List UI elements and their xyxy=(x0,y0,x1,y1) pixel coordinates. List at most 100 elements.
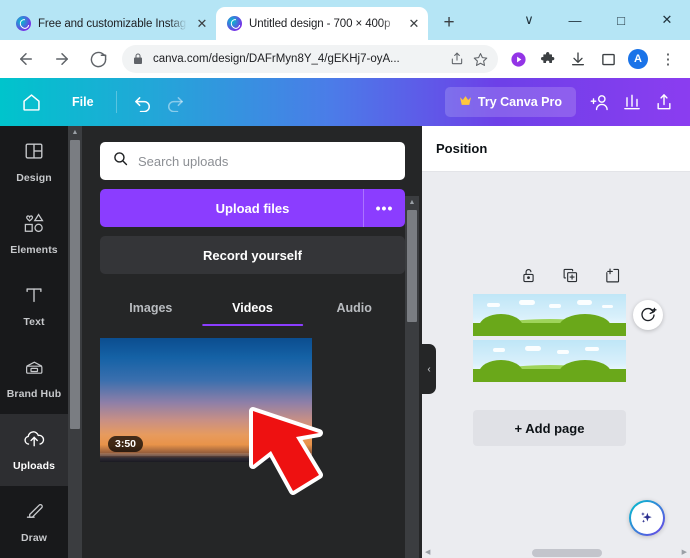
maximize-button[interactable]: □ xyxy=(598,3,644,37)
home-icon[interactable] xyxy=(14,85,48,119)
canvas-page-stack xyxy=(473,294,626,382)
browser-tab-1-close-icon[interactable]: ✕ xyxy=(194,16,210,32)
sidebar-item-uploads[interactable]: Uploads xyxy=(0,414,68,486)
sidebar-item-brand-hub[interactable]: Brand Hub xyxy=(0,342,68,414)
canva-icon xyxy=(16,16,31,31)
canva-header: File Try Canva Pro xyxy=(0,78,690,126)
downloads-icon[interactable] xyxy=(564,45,592,73)
left-rail: Design Elements Text Brand Hub Uploads D… xyxy=(0,126,68,558)
canvas-horizontal-scrollbar[interactable]: ◀ ▶ xyxy=(422,546,690,558)
browser-tab-1[interactable]: Free and customizable Instag ✕ xyxy=(5,7,216,40)
cloud-shape xyxy=(602,305,613,308)
sidebar-item-elements-label: Elements xyxy=(10,244,58,256)
magic-ai-button[interactable] xyxy=(629,500,665,536)
side-panel-icon[interactable] xyxy=(594,45,622,73)
extensions-puzzle-icon[interactable] xyxy=(534,45,562,73)
upload-files-button[interactable]: Upload files ••• xyxy=(100,189,405,227)
window-controls: ∨ — □ ✕ xyxy=(506,0,690,40)
crown-icon xyxy=(459,95,472,109)
duplicate-page-icon[interactable] xyxy=(560,265,580,285)
browser-toolbar: canva.com/design/DAFrMyn8Y_4/gEKHj7-oyA.… xyxy=(0,40,690,78)
rail-scroll-up-icon[interactable]: ▲ xyxy=(68,126,82,139)
back-icon[interactable] xyxy=(12,45,40,73)
record-yourself-button[interactable]: Record yourself xyxy=(100,236,405,274)
minimize-button[interactable]: — xyxy=(552,3,598,37)
redo-icon[interactable] xyxy=(159,86,191,118)
tab-images[interactable]: Images xyxy=(100,290,202,326)
hscroll-left-icon[interactable]: ◀ xyxy=(425,548,430,556)
animate-rotate-button[interactable] xyxy=(633,300,663,330)
draw-pen-icon xyxy=(23,501,46,527)
uploads-scrollbar-thumb[interactable] xyxy=(407,210,417,322)
sidebar-item-draw[interactable]: Draw xyxy=(0,486,68,558)
sidebar-item-design-label: Design xyxy=(16,172,52,184)
upload-more-options-button[interactable]: ••• xyxy=(363,189,405,227)
browser-tab-2[interactable]: Untitled design - 700 × 400p ✕ xyxy=(216,7,428,40)
add-collaborator-icon[interactable] xyxy=(584,86,616,118)
add-page-button[interactable]: + Add page xyxy=(473,410,626,446)
address-bar[interactable]: canva.com/design/DAFrMyn8Y_4/gEKHj7-oyA.… xyxy=(122,45,498,73)
brand-hub-icon xyxy=(23,357,46,383)
sidebar-item-design[interactable]: Design xyxy=(0,126,68,198)
close-button[interactable]: ✕ xyxy=(644,3,690,37)
hill-front-shape xyxy=(473,360,626,382)
canva-icon xyxy=(227,16,242,31)
video-thumbnail-item[interactable]: 3:50 xyxy=(100,338,312,462)
insights-bar-chart-icon[interactable] xyxy=(616,86,648,118)
new-tab-button[interactable]: + xyxy=(435,9,463,37)
tab-audio[interactable]: Audio xyxy=(303,290,405,326)
star-icon[interactable] xyxy=(473,52,488,67)
share-icon[interactable] xyxy=(450,52,464,66)
elements-shapes-icon xyxy=(22,212,46,239)
sidebar-item-text[interactable]: Text xyxy=(0,270,68,342)
reload-icon[interactable] xyxy=(84,45,112,73)
browser-window: Free and customizable Instag ✕ Untitled … xyxy=(0,0,690,558)
cloud-shape xyxy=(577,300,592,305)
uploads-panel-scrollbar[interactable]: ▲ xyxy=(405,196,419,558)
uploads-tabs: Images Videos Audio xyxy=(100,290,405,326)
share-export-icon[interactable] xyxy=(648,86,680,118)
lock-icon[interactable] xyxy=(518,265,538,285)
browser-menu-icon[interactable]: ⋮ xyxy=(654,45,682,73)
page-thumbnail-2[interactable] xyxy=(473,340,626,382)
cloud-shape xyxy=(493,348,505,352)
search-input[interactable]: Search uploads xyxy=(100,142,405,180)
try-canva-pro-label: Try Canva Pro xyxy=(477,95,562,109)
add-page-icon[interactable] xyxy=(602,265,622,285)
uploads-video-grid: 3:50 xyxy=(100,338,405,462)
avatar-letter: A xyxy=(628,49,648,69)
sidebar-item-brand-hub-label: Brand Hub xyxy=(6,387,62,400)
design-layout-icon xyxy=(23,140,45,167)
hill-front-shape xyxy=(473,314,626,336)
rail-scrollbar[interactable]: ▲ xyxy=(68,126,82,558)
search-input-placeholder: Search uploads xyxy=(138,153,229,169)
hscroll-thumb[interactable] xyxy=(532,549,602,557)
undo-icon[interactable] xyxy=(127,86,159,118)
video-duration-badge: 3:50 xyxy=(108,436,144,452)
add-page-label: + Add page xyxy=(514,420,585,436)
try-canva-pro-button[interactable]: Try Canva Pro xyxy=(444,87,576,117)
uploads-scroll-up-icon[interactable]: ▲ xyxy=(405,196,419,209)
file-menu-button[interactable]: File xyxy=(60,89,106,115)
page-thumbnail-1[interactable] xyxy=(473,294,626,336)
uploads-panel: Search uploads Upload files ••• Record y… xyxy=(82,126,422,558)
avatar[interactable]: A xyxy=(624,45,652,73)
media-play-icon[interactable] xyxy=(504,45,532,73)
collapse-panel-button[interactable]: ‹ xyxy=(422,344,436,394)
tab-search-button[interactable]: ∨ xyxy=(506,3,552,37)
page-title: Position xyxy=(436,141,488,156)
hscroll-right-icon[interactable]: ▶ xyxy=(682,548,687,556)
rail-scrollbar-thumb[interactable] xyxy=(70,140,80,429)
search-icon xyxy=(112,150,129,172)
page-tools xyxy=(518,265,622,285)
address-bar-url: canva.com/design/DAFrMyn8Y_4/gEKHj7-oyA.… xyxy=(153,53,400,65)
forward-icon[interactable] xyxy=(48,45,76,73)
upload-files-label: Upload files xyxy=(215,200,290,216)
browser-tab-2-close-icon[interactable]: ✕ xyxy=(406,16,422,32)
sidebar-item-draw-label: Draw xyxy=(20,531,48,544)
tab-videos[interactable]: Videos xyxy=(202,290,304,326)
browser-extension-icons: A ⋮ xyxy=(504,45,682,73)
tab-videos-label: Videos xyxy=(232,301,273,315)
header-divider xyxy=(115,91,117,113)
sidebar-item-elements[interactable]: Elements xyxy=(0,198,68,270)
